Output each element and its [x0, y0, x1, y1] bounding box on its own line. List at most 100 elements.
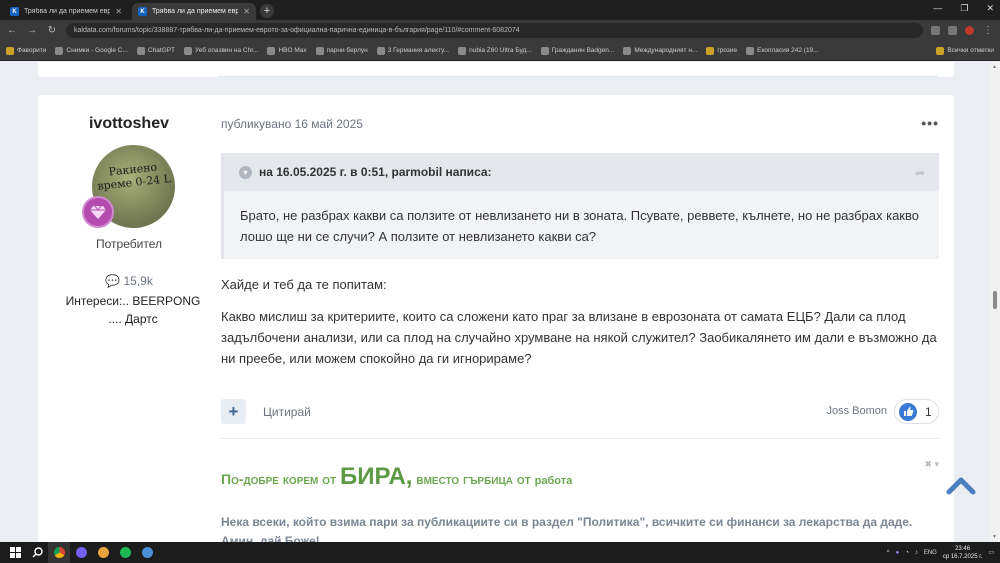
minimize-icon[interactable]: —: [933, 3, 942, 14]
comment-bubble-icon: 💬: [105, 274, 121, 288]
bookmark-icon: [746, 46, 755, 55]
reload-icon[interactable]: ↻: [46, 25, 58, 36]
like-count: 1: [925, 404, 932, 419]
bookmark-icon: [623, 46, 632, 55]
tab-title: Трябва ли да приемем еврото…: [24, 8, 111, 15]
close-tab-icon[interactable]: ✕: [243, 7, 250, 16]
chevron-up-icon[interactable]: ^: [887, 550, 890, 556]
address-bar[interactable]: kaldata.com/forums/topic/338887-трябва-л…: [66, 23, 923, 38]
folder-icon: [936, 46, 945, 55]
forum-post: ivottoshev Ракиено време 0-24 L Потребит…: [38, 95, 954, 542]
scroll-up-icon[interactable]: ▲: [992, 64, 997, 70]
profile-icon[interactable]: [965, 26, 974, 35]
bookmark-item[interactable]: Екопласия 242 (19...: [746, 46, 819, 55]
clock[interactable]: 23:46 ср 16.7.2025 г.: [943, 545, 983, 561]
bookmark-icon: [267, 46, 276, 55]
close-tab-icon[interactable]: ✕: [115, 7, 122, 16]
scroll-to-top-button[interactable]: [946, 474, 976, 496]
maximize-icon[interactable]: ❐: [960, 3, 968, 14]
search-icon[interactable]: [26, 542, 48, 563]
bookmark-icon: [184, 46, 193, 55]
author-interests: Интереси:.. BEERPONG .... Дартс: [65, 294, 201, 326]
bookmark-item[interactable]: ChatGPT: [136, 46, 175, 55]
kaldata-favicon-icon: K: [10, 7, 19, 16]
bookmark-item[interactable]: Гражданин Badgen...: [540, 46, 614, 55]
browser-tab-2[interactable]: K Трябва ли да приемем еврото… ✕: [132, 3, 256, 20]
reaction-button[interactable]: 1: [894, 399, 939, 424]
signature-divider: [221, 438, 939, 439]
bookmark-icon: [376, 46, 385, 55]
viber-icon[interactable]: [70, 542, 92, 563]
quote-header: ▾ на 16.05.2025 г. в 0:51, parmobil напи…: [224, 153, 939, 191]
windows-start-icon[interactable]: [4, 542, 26, 563]
back-icon[interactable]: ←: [6, 25, 18, 36]
extension-icon[interactable]: [948, 26, 957, 35]
browser-tabstrip: K Трябва ли да приемем еврото… ✕ K Трябв…: [0, 0, 1000, 20]
browser-toolbar: ← → ↻ kaldata.com/forums/topic/338887-тр…: [0, 20, 1000, 41]
bookmark-icon: [136, 46, 145, 55]
tab-title: Трябва ли да приемем еврото…: [152, 8, 239, 15]
author-name[interactable]: ivottoshev: [38, 115, 220, 133]
signature-text: Нека всеки, който взима пари за публикац…: [221, 515, 913, 542]
bookmark-icon: [55, 46, 64, 55]
divider: [218, 76, 938, 77]
bookmark-item[interactable]: Фаворити: [6, 46, 46, 55]
signature-controls[interactable]: ✖ ▾: [924, 459, 939, 470]
close-window-icon[interactable]: ✕: [986, 3, 994, 14]
all-bookmarks[interactable]: Всички отметки: [936, 46, 994, 55]
browser-tab-1[interactable]: K Трябва ли да приемем еврото… ✕: [4, 3, 128, 20]
bookmark-item[interactable]: Уеб опазвин на Chr...: [184, 46, 258, 55]
viber-tray-icon[interactable]: ●: [896, 550, 900, 556]
bookmark-item[interactable]: 3 Германия алекту...: [376, 46, 449, 55]
chevron-down-icon[interactable]: ▾: [239, 165, 252, 179]
bookmark-icon: [315, 46, 324, 55]
spotify-icon[interactable]: [114, 542, 136, 563]
rank-badge-icon: [82, 196, 114, 228]
bookmark-item[interactable]: Международният н...: [623, 46, 697, 55]
forward-icon[interactable]: →: [26, 25, 38, 36]
scrollbar-thumb[interactable]: [993, 291, 997, 309]
chrome-icon[interactable]: [48, 542, 70, 563]
volume-icon[interactable]: ♪: [915, 550, 918, 556]
previous-post-card: [38, 62, 954, 77]
like-icon: [899, 402, 917, 421]
post-date[interactable]: публикувано 16 май 2025: [221, 117, 363, 131]
language-indicator[interactable]: ENG: [924, 550, 937, 556]
bookmark-icon: [540, 46, 549, 55]
folder-icon: [706, 46, 715, 55]
bookmark-item[interactable]: nubia Z60 Ultra Буд...: [458, 46, 532, 55]
author-role: Потребител: [96, 237, 162, 251]
kaldata-favicon-icon: K: [138, 7, 147, 16]
chevron-up-icon: [946, 477, 976, 495]
bookmarks-bar: Фаворити Снимки - Google С... ChatGPT Уе…: [0, 41, 1000, 61]
bookmark-icon: [458, 46, 467, 55]
quote-citation: на 16.05.2025 г. в 0:51, parmobil написа…: [259, 165, 492, 179]
quote-body: Брато, не разбрах какви са ползите от не…: [240, 208, 919, 244]
menu-icon[interactable]: ⋮: [982, 25, 994, 36]
author-reputation: 💬 15,9k: [105, 274, 153, 288]
avatar-text: Ракиено време 0-24 L: [96, 160, 172, 193]
wifi-icon[interactable]: ◔: [905, 550, 909, 556]
system-tray: ^ ● ◔ ♪ ENG 23:46 ср 16.7.2025 г. ▭: [887, 542, 994, 563]
folder-icon: [6, 46, 14, 55]
post-options-icon[interactable]: •••: [921, 115, 939, 131]
notification-icon[interactable]: ▭: [988, 549, 994, 556]
bookmark-item[interactable]: Снимки - Google С...: [55, 46, 128, 55]
extension-icon[interactable]: [931, 26, 940, 35]
taskbar: ^ ● ◔ ♪ ENG 23:46 ср 16.7.2025 г. ▭: [0, 542, 1000, 563]
signature-heading: По-добре корем от БИРА, вместо гърбица о…: [221, 463, 573, 490]
multiquote-button[interactable]: +: [221, 399, 246, 424]
share-icon[interactable]: ➦: [915, 166, 925, 180]
bookmark-item[interactable]: парни берлун: [315, 46, 368, 55]
page-viewport: ivottoshev Ракиено време 0-24 L Потребит…: [0, 62, 990, 542]
app-icon[interactable]: [136, 542, 158, 563]
bookmark-item[interactable]: грозие: [706, 46, 737, 55]
scroll-down-icon[interactable]: ▼: [992, 534, 997, 540]
post-paragraph: Какво мислиш за критериите, които са сло…: [221, 309, 937, 366]
bookmark-item[interactable]: HBO Max: [267, 46, 307, 55]
quote-button[interactable]: Цитирай: [263, 405, 311, 419]
browser-icon[interactable]: [92, 542, 114, 563]
page-scrollbar[interactable]: ▲ ▼: [990, 62, 1000, 542]
reaction-user[interactable]: Joss Bomon: [826, 405, 887, 417]
new-tab-button[interactable]: +: [260, 4, 274, 18]
